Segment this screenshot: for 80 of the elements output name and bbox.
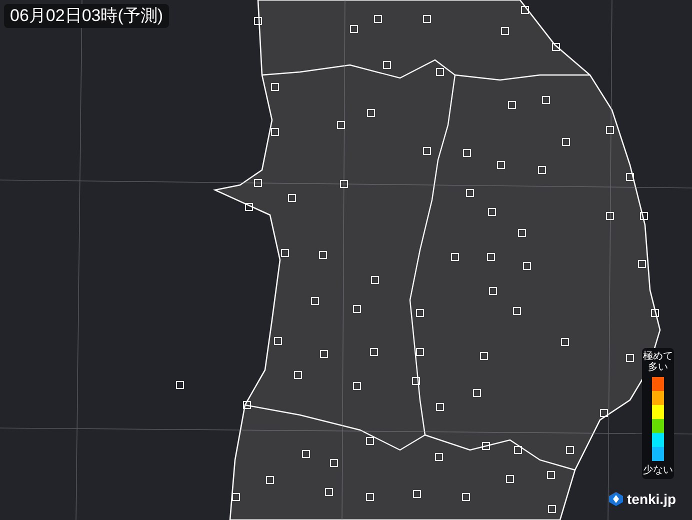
station-marker	[416, 348, 424, 356]
station-marker	[606, 212, 614, 220]
station-marker	[254, 17, 262, 25]
station-marker	[463, 149, 471, 157]
station-marker	[423, 147, 431, 155]
station-marker	[600, 409, 608, 417]
station-marker	[366, 437, 374, 445]
station-marker	[274, 337, 282, 345]
station-marker	[514, 446, 522, 454]
station-marker	[538, 166, 546, 174]
logo-icon	[608, 491, 624, 507]
station-marker	[243, 401, 251, 409]
logo-text: tenki.jp	[627, 491, 676, 507]
station-marker	[489, 287, 497, 295]
station-marker	[370, 348, 378, 356]
station-marker	[413, 490, 421, 498]
station-marker	[473, 389, 481, 397]
station-marker	[412, 377, 420, 385]
station-marker	[232, 493, 240, 501]
title-label: 06月02日03時(予測)	[4, 4, 170, 28]
legend-label: 極めて多い	[643, 351, 673, 373]
station-marker	[281, 249, 289, 257]
station-marker	[566, 446, 574, 454]
station-marker	[548, 505, 556, 513]
station-marker	[330, 459, 338, 467]
station-marker	[542, 96, 550, 104]
station-marker	[353, 305, 361, 313]
station-marker	[626, 354, 634, 362]
station-marker	[513, 307, 521, 315]
station-marker	[383, 61, 391, 69]
station-marker	[366, 493, 374, 501]
station-marker	[371, 276, 379, 284]
station-marker	[319, 251, 327, 259]
station-marker	[176, 381, 184, 389]
station-marker	[501, 27, 509, 35]
station-marker	[436, 68, 444, 76]
station-marker	[353, 382, 361, 390]
station-marker	[521, 6, 529, 14]
station-marker	[271, 83, 279, 91]
station-marker	[562, 138, 570, 146]
station-marker	[497, 161, 505, 169]
station-marker	[254, 179, 262, 187]
station-marker	[488, 208, 496, 216]
station-marker	[325, 488, 333, 496]
station-marker	[462, 493, 470, 501]
station-marker	[638, 260, 646, 268]
station-marker	[640, 212, 648, 220]
station-marker	[523, 262, 531, 270]
station-marker	[651, 309, 659, 317]
station-marker	[320, 350, 328, 358]
station-marker	[547, 471, 555, 479]
station-marker	[416, 309, 424, 317]
station-marker	[311, 297, 319, 305]
station-marker	[436, 403, 444, 411]
station-marker	[506, 475, 514, 483]
station-marker	[337, 121, 345, 129]
station-marker	[561, 338, 569, 346]
station-marker	[626, 173, 634, 181]
station-marker	[451, 253, 459, 261]
station-marker	[423, 15, 431, 23]
station-marker	[480, 352, 488, 360]
station-marker	[266, 476, 274, 484]
station-marker	[294, 371, 302, 379]
station-marker	[302, 450, 310, 458]
station-marker	[552, 43, 560, 51]
station-marker	[482, 442, 490, 450]
station-marker	[435, 453, 443, 461]
legend-label: 少ない	[643, 465, 673, 476]
station-marker	[487, 253, 495, 261]
station-marker	[367, 109, 375, 117]
station-marker	[508, 101, 516, 109]
station-marker	[518, 229, 526, 237]
station-marker	[245, 203, 253, 211]
station-marker	[374, 15, 382, 23]
station-marker	[340, 180, 348, 188]
station-marker	[288, 194, 296, 202]
station-marker	[606, 126, 614, 134]
station-marker	[271, 128, 279, 136]
station-marker	[350, 25, 358, 33]
station-marker	[466, 189, 474, 197]
